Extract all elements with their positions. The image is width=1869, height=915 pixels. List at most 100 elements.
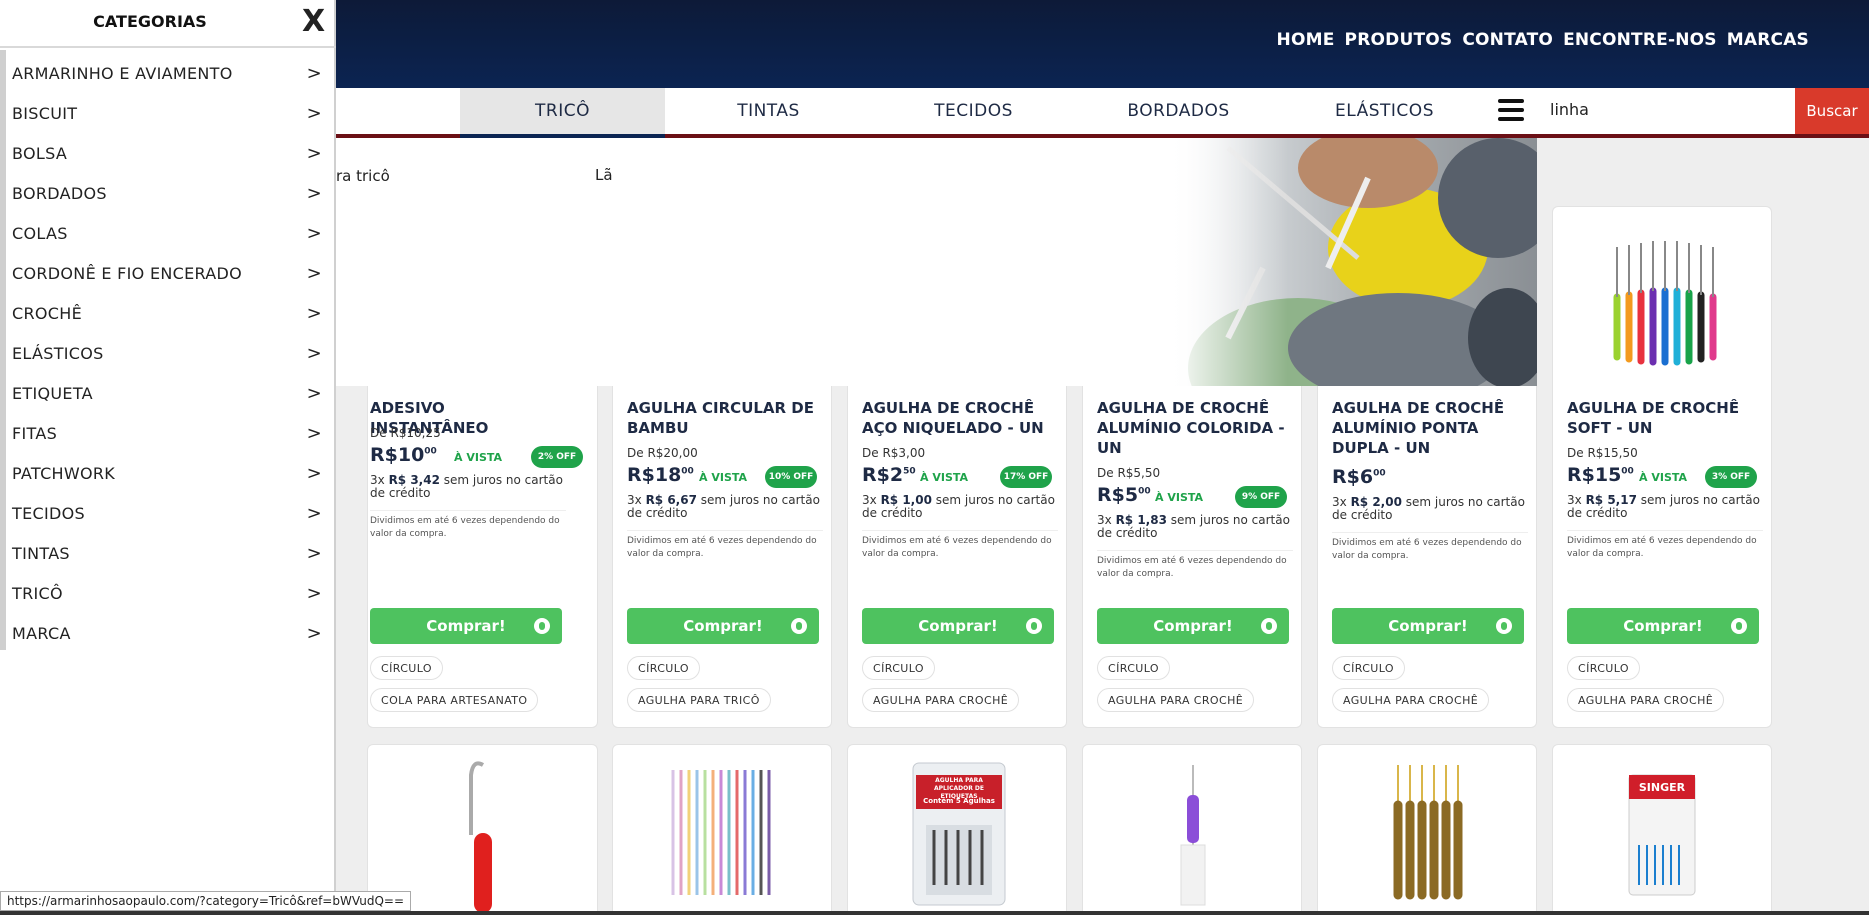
tag-chip[interactable]: CÍRCULO — [1097, 656, 1170, 680]
category-item[interactable]: BORDADOS > — [12, 173, 322, 213]
nav-marcas[interactable]: MARCAS — [1727, 30, 1809, 50]
buy-button[interactable]: Comprar! — [1332, 608, 1524, 644]
chevron-right-icon: > — [306, 462, 322, 484]
tab-bordados[interactable]: BORDADOS — [1076, 88, 1281, 134]
chevron-right-icon: > — [306, 102, 322, 124]
product-title[interactable]: AGULHA DE CROCHÊ AÇO NIQUELADO - UN — [862, 398, 1058, 438]
product-card-row2-5[interactable] — [1317, 744, 1537, 915]
chevron-right-icon: > — [306, 502, 322, 524]
category-label: ETIQUETA — [12, 383, 93, 403]
product-card-row2-3[interactable]: AGULHA PARA APLICADOR DE ETIQUETAS Conté… — [847, 744, 1067, 915]
price-from: De R$15,50 — [1567, 446, 1638, 460]
close-icon[interactable]: X — [302, 4, 325, 39]
chevron-right-icon: > — [306, 302, 322, 324]
whatsapp-icon — [534, 618, 550, 634]
search-input[interactable]: linha — [1550, 100, 1589, 119]
price-from: De R$3,00 — [862, 446, 926, 460]
nav-produtos[interactable]: PRODUTOS — [1345, 30, 1453, 50]
label-needles-sub: Contém 5 Agulhas — [923, 797, 995, 805]
chevron-right-icon: > — [306, 582, 322, 604]
buy-button[interactable]: Comprar! — [862, 608, 1054, 644]
category-item[interactable]: TECIDOS > — [12, 493, 322, 533]
nav-home[interactable]: HOME — [1277, 30, 1335, 50]
avista-label: À VISTA — [699, 471, 748, 484]
category-item[interactable]: TINTAS > — [12, 533, 322, 573]
bottom-border — [0, 911, 1869, 915]
tag-chip[interactable]: CÍRCULO — [1567, 656, 1640, 680]
inst-prefix: 3x — [627, 493, 646, 507]
avista-label: À VISTA — [1639, 471, 1688, 484]
product-card-row2-1[interactable] — [367, 744, 598, 915]
category-label: PATCHWORK — [12, 463, 116, 483]
category-label: TINTAS — [12, 543, 70, 563]
tag-chip[interactable]: COLA PARA ARTESANATO — [370, 688, 539, 712]
product-card[interactable]: AGULHA DE CROCHÊ ALUMÍNIO COLORIDA - UN D… — [1082, 386, 1302, 728]
product-title[interactable]: AGULHA DE CROCHÊ ALUMÍNIO PONTA DUPLA - … — [1332, 398, 1528, 458]
product-title[interactable]: AGULHA CIRCULAR DE BAMBU — [627, 398, 823, 438]
tag-chip[interactable]: CÍRCULO — [627, 656, 700, 680]
nav-contato[interactable]: CONTATO — [1462, 30, 1553, 50]
tab-tintas[interactable]: TINTAS — [666, 88, 871, 134]
category-item[interactable]: ETIQUETA > — [12, 373, 322, 413]
installments: 3x R$ 6,67 sem juros no cartão de crédit… — [627, 494, 823, 520]
chevron-right-icon: > — [306, 342, 322, 364]
search-button[interactable]: Buscar — [1795, 88, 1869, 134]
category-item[interactable]: COLAS > — [12, 213, 322, 253]
category-label: TRICÔ — [12, 583, 63, 603]
buy-button[interactable]: Comprar! — [1567, 608, 1759, 644]
category-item[interactable]: MARCA > — [12, 613, 322, 653]
tab-elasticos[interactable]: ELÁSTICOS — [1282, 88, 1487, 134]
product-title[interactable]: AGULHA DE CROCHÊ ALUMÍNIO COLORIDA - UN — [1097, 398, 1293, 458]
avista-label: À VISTA — [454, 451, 503, 464]
buy-button[interactable]: Comprar! — [370, 608, 562, 644]
product-card-row2-2[interactable] — [612, 744, 832, 915]
discount-badge: 10% OFF — [765, 466, 817, 488]
tag-chip[interactable]: CÍRCULO — [370, 656, 443, 680]
category-item[interactable]: PATCHWORK > — [12, 453, 322, 493]
menu-icon[interactable] — [1498, 99, 1524, 121]
buy-label: Comprar! — [426, 617, 506, 635]
chevron-right-icon: > — [306, 382, 322, 404]
category-item[interactable]: ARMARINHO E AVIAMENTO > — [12, 53, 322, 93]
whatsapp-icon — [1261, 618, 1277, 634]
inst-value: R$ 6,67 — [645, 493, 697, 507]
nav-encontre-nos[interactable]: ENCONTRE-NOS — [1563, 30, 1717, 50]
tag-chip[interactable]: CÍRCULO — [1332, 656, 1405, 680]
category-item[interactable]: CORDONÊ E FIO ENCERADO > — [12, 253, 322, 293]
inst-prefix: 3x — [862, 493, 881, 507]
price-from: De R$10,25 — [370, 426, 441, 440]
category-list: ARMARINHO E AVIAMENTO > BISCUIT > BOLSA > BORD… — [0, 50, 336, 650]
buy-label: Comprar! — [683, 617, 763, 635]
product-image-card[interactable] — [1552, 206, 1772, 386]
tag-chip[interactable]: AGULHA PARA CROCHÊ — [1097, 688, 1255, 712]
tag-chip[interactable]: AGULHA PARA TRICÔ — [627, 688, 771, 712]
product-card[interactable]: AGULHA DE CROCHÊ AÇO NIQUELADO - UN De R$… — [847, 386, 1067, 728]
category-item[interactable]: BOLSA > — [12, 133, 322, 173]
price-cents: 00 — [1138, 486, 1151, 497]
category-item[interactable]: FITAS > — [12, 413, 322, 453]
product-card[interactable]: ADESIVO INSTANTÂNEO De R$10,25 R$1000 À VIS… — [367, 386, 598, 728]
category-item[interactable]: ELÁSTICOS > — [12, 333, 322, 373]
installment-note: Dividimos em até 6 vezes dependendo do v… — [1567, 530, 1763, 561]
category-item[interactable]: BISCUIT > — [12, 93, 322, 133]
product-card[interactable]: AGULHA CIRCULAR DE BAMBU De R$20,00 R$1800… — [612, 386, 832, 728]
tag-chip[interactable]: AGULHA PARA CROCHÊ — [1332, 688, 1490, 712]
inst-value: R$ 1,00 — [880, 493, 932, 507]
category-label: COLAS — [12, 223, 68, 243]
buy-button[interactable]: Comprar! — [627, 608, 819, 644]
product-card[interactable]: AGULHA DE CROCHÊ SOFT - UN De R$15,50 R$15… — [1552, 386, 1772, 728]
category-item[interactable]: TRICÔ > — [12, 573, 322, 613]
category-item[interactable]: CROCHÊ > — [12, 293, 322, 333]
buy-button[interactable]: Comprar! — [1097, 608, 1289, 644]
product-card[interactable]: AGULHA DE CROCHÊ ALUMÍNIO PONTA DUPLA - … — [1317, 386, 1537, 728]
tag-chip[interactable]: AGULHA PARA CROCHÊ — [862, 688, 1020, 712]
product-title[interactable]: AGULHA DE CROCHÊ SOFT - UN — [1567, 398, 1763, 438]
tab-tecidos[interactable]: TECIDOS — [871, 88, 1076, 134]
tab-trico[interactable]: TRICÔ — [460, 88, 665, 138]
tag-chip[interactable]: CÍRCULO — [862, 656, 935, 680]
product-card-row2-4[interactable] — [1082, 744, 1302, 915]
tag-chip[interactable]: AGULHA PARA CROCHÊ — [1567, 688, 1725, 712]
singer-logo: SINGER — [1638, 781, 1686, 794]
product-card-row2-6[interactable]: SINGER — [1552, 744, 1772, 915]
drawer-header: CATEGORIAS X — [0, 0, 336, 48]
